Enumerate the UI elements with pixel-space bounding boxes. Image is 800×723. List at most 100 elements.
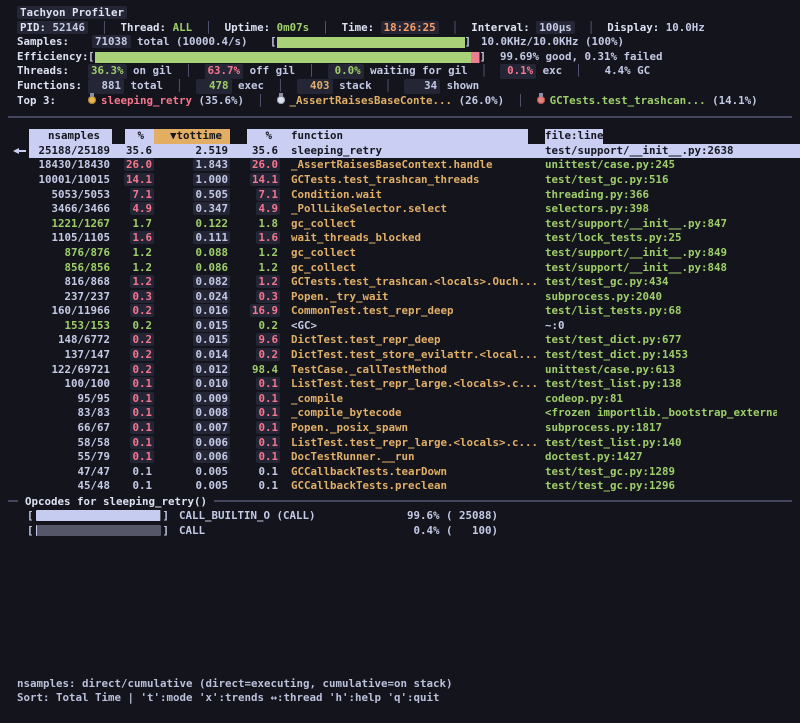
- p2-cell: 0.2: [230, 319, 280, 334]
- table-row[interactable]: 10001/1001514.11.00014.1GCTests.test_tra…: [0, 173, 800, 188]
- tachyon-profiler: Tachyon Profiler PID: 52146 │ Thread: AL…: [0, 0, 800, 723]
- ns-cell: 856/856: [29, 261, 112, 276]
- ns-cell: 95/95: [29, 392, 112, 407]
- stat-item-thread: Thread: ALL: [121, 21, 193, 34]
- column-header-cumulative-pct[interactable]: %: [247, 129, 280, 144]
- p2-cell: 0.1: [230, 479, 280, 494]
- stat-separator: │: [192, 21, 225, 34]
- ns-cell: 83/83: [29, 406, 112, 421]
- table-row[interactable]: 25188/2518935.62.51935.6sleeping_retryte…: [0, 144, 800, 159]
- table-row[interactable]: 153/1530.20.0150.2<GC>~:0: [0, 319, 800, 334]
- function-cell: _PollLikeSelector.select: [280, 202, 545, 217]
- top3-percent: (35.6%): [192, 94, 244, 107]
- thread-label: waiting for gil: [364, 64, 468, 77]
- function-cell: _compile: [280, 392, 545, 407]
- stat-separator: │: [172, 64, 205, 77]
- column-header-function[interactable]: function: [280, 129, 528, 144]
- stat-label: Interval:: [471, 21, 536, 34]
- function-cell: Popen._try_wait: [280, 290, 545, 305]
- function-label: exec: [232, 79, 265, 92]
- table-row[interactable]: 5053/50537.10.5057.1Condition.waitthread…: [0, 188, 800, 203]
- selection-arrow-slot: [0, 290, 29, 305]
- stat-value: 10.0Hz: [666, 21, 705, 34]
- file-line-cell: test/test_gc.py:516: [545, 173, 777, 188]
- p2-cell: 1.8: [230, 217, 280, 232]
- selection-arrow-slot: [0, 465, 29, 480]
- ns-cell: 1221/1267: [29, 217, 112, 232]
- table-row[interactable]: 45/480.10.0050.1GCCallbackTests.preclean…: [0, 479, 800, 494]
- table-row[interactable]: 100/1000.10.0100.1ListTest.test_repr_lar…: [0, 377, 800, 392]
- p1-cell: 0.1: [112, 479, 154, 494]
- ns-cell: 10001/10015: [29, 173, 112, 188]
- function-cell: GCCallbackTests.preclean: [280, 479, 545, 494]
- table-row[interactable]: 1221/12671.70.1221.8gc_collecttest/suppo…: [0, 217, 800, 232]
- table-row[interactable]: 148/67720.20.0159.6DictTest.test_repr_de…: [0, 333, 800, 348]
- stat-separator: │: [562, 64, 595, 77]
- function-cell: sleeping_retry: [280, 144, 545, 159]
- file-line-cell: codeop.py:81: [545, 392, 777, 407]
- column-header-direct-pct[interactable]: %: [125, 129, 154, 144]
- table-row[interactable]: 160/119660.20.01616.9CommonTest.test_rep…: [0, 304, 800, 319]
- stat-separator: │: [504, 94, 537, 107]
- function-stat: 478 exec: [196, 79, 265, 92]
- function-cell: gc_collect: [280, 261, 545, 276]
- p2-cell: 26.0: [230, 158, 280, 173]
- top3-function-name: GCTests.test_trashcan...: [550, 94, 706, 107]
- stat-separator: │: [295, 64, 328, 77]
- table-row[interactable]: 55/790.10.0060.1DocTestRunner.__rundocte…: [0, 450, 800, 465]
- file-line-cell: ~:0: [545, 319, 777, 334]
- stat-separator: │: [468, 64, 501, 77]
- table-row[interactable]: 18430/1843026.01.84326.0_AssertRaisesBas…: [0, 158, 800, 173]
- table-row[interactable]: 122/697210.20.01298.4TestCase._callTestM…: [0, 363, 800, 378]
- selection-arrow-slot: [0, 421, 29, 436]
- table-row[interactable]: 66/670.10.0070.1Popen._posix_spawnsubpro…: [0, 421, 800, 436]
- table-row[interactable]: 47/470.10.0050.1GCCallbackTests.tearDown…: [0, 465, 800, 480]
- function-cell: Condition.wait: [280, 188, 545, 203]
- selection-arrow-slot: [0, 261, 29, 276]
- thread-value: 63.7%: [205, 64, 244, 79]
- table-row[interactable]: 816/8681.20.0821.2GCTests.test_trashcan.…: [0, 275, 800, 290]
- tt-cell: 0.024: [154, 290, 230, 305]
- table-row[interactable]: 876/8761.20.0881.2gc_collecttest/support…: [0, 246, 800, 261]
- opcode-name: CALL: [169, 524, 406, 537]
- samples-rate: total (10000.4/s): [131, 35, 248, 48]
- selection-arrow-slot: [0, 479, 29, 494]
- footer: nsamples: direct/cumulative (direct=exec…: [17, 677, 453, 706]
- ns-cell: 100/100: [29, 377, 112, 392]
- table-row[interactable]: 237/2370.30.0240.3Popen._try_waitsubproc…: [0, 290, 800, 305]
- file-line-cell: subprocess.py:2040: [545, 290, 777, 305]
- p1-cell: 0.1: [112, 450, 154, 465]
- table-row[interactable]: 1105/11051.60.1111.6wait_threads_blocked…: [0, 231, 800, 246]
- function-cell: gc_collect: [280, 217, 545, 232]
- table-row[interactable]: 3466/34664.90.3474.9_PollLikeSelector.se…: [0, 202, 800, 217]
- table-row[interactable]: 58/580.10.0060.1ListTest.test_repr_large…: [0, 436, 800, 451]
- function-value: 34: [404, 79, 440, 94]
- tt-cell: 0.086: [154, 261, 230, 276]
- ns-cell: 3466/3466: [29, 202, 112, 217]
- column-header-nsamples[interactable]: nsamples: [29, 129, 112, 144]
- selection-arrow-slot: [0, 319, 29, 334]
- efficiency-label: Efficiency:: [17, 50, 88, 65]
- opcode-bar: [36, 510, 161, 521]
- p2-cell: 0.1: [230, 465, 280, 480]
- table-row[interactable]: 83/830.10.0080.1_compile_bytecode<frozen…: [0, 406, 800, 421]
- file-line-cell: test/test_gc.py:1296: [545, 479, 777, 494]
- tt-cell: 0.015: [154, 319, 230, 334]
- function-cell: CommonTest.test_repr_deep: [280, 304, 545, 319]
- table-row[interactable]: 95/950.10.0090.1_compilecodeop.py:81: [0, 392, 800, 407]
- top3-function-name: _AssertRaisesBaseConte...: [290, 94, 453, 107]
- column-header-tottime-sorted[interactable]: ▼tottime: [154, 129, 230, 144]
- table-row[interactable]: 137/1470.20.0140.2DictTest.test_store_ev…: [0, 348, 800, 363]
- column-header-file-line[interactable]: file:line: [545, 129, 603, 144]
- title-line: Tachyon Profiler: [0, 6, 800, 21]
- function-cell: DictTest.test_store_evilattr.<local...: [280, 348, 545, 363]
- file-line-cell: test/test_dict.py:677: [545, 333, 777, 348]
- top3-item: sleeping_retry (35.6%): [88, 94, 244, 107]
- function-cell: _AssertRaisesBaseContext.handle: [280, 158, 545, 173]
- table-row[interactable]: 856/8561.20.0861.2gc_collecttest/support…: [0, 261, 800, 276]
- function-value: 881: [88, 79, 124, 94]
- ns-cell: 876/876: [29, 246, 112, 261]
- stat-separator: │: [439, 21, 472, 34]
- p2-cell: 35.6: [230, 144, 280, 159]
- top3-label: Top 3:: [17, 94, 88, 109]
